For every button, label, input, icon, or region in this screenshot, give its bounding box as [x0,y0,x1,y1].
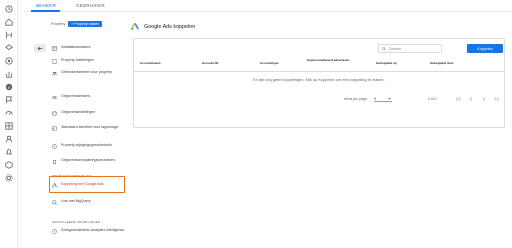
home-icon[interactable] [5,18,13,26]
grid-icon[interactable] [5,122,13,130]
empty-state-message: Er zijn nog geen koppelingen. Klik op Ko… [253,77,385,82]
doc-icon [52,58,57,64]
nav-label: Link met BigQuery [61,199,91,203]
links-card: Zoeken Koppelen Accountnaam Account ID A… [133,38,505,128]
column-header[interactable]: Account ID [202,61,218,66]
nav-label: Standaard identiteit voor rapportage [61,125,119,129]
first-page-button[interactable] [456,96,462,102]
link-button[interactable]: Koppelen [467,44,503,53]
first-page-icon [456,97,461,101]
active-tab-indicator [31,10,60,12]
page-size-value: 5 [374,96,376,101]
nav-label: Property wijzigingsgeschiedenis [61,143,112,147]
nav-label: Property-instellingen [61,58,94,62]
target-icon[interactable] [5,57,13,65]
chevron-down-icon [388,97,391,100]
icon-rail [0,0,18,248]
create-property-button[interactable]: + Property maken [68,21,103,27]
bell-icon[interactable] [5,148,13,156]
arrow-left-icon [37,46,43,50]
last-page-icon [494,97,499,101]
tab-beheer[interactable]: BEHEER [36,3,56,8]
nav-label: Gegevensverwijderingsverzoeken [61,158,115,162]
id-icon [52,126,57,131]
admin-tabs: BEHEER GEBRUIKER [24,0,512,12]
table-header: Accountnaam Account ID Accounttype Geper… [134,57,504,72]
db-icon [52,110,57,116]
list-icon [52,45,57,51]
main-panel: Google Ads koppelen Zoeken Koppelen Acco… [131,20,512,248]
next-page-button[interactable] [481,96,487,102]
history-icon [52,143,57,149]
box-icon[interactable] [5,161,13,169]
flag-icon[interactable] [5,96,13,104]
search-placeholder: Zoeken [389,46,401,51]
search-input[interactable]: Zoeken [378,44,442,53]
items-per-page-label: Items per page: [344,97,368,101]
branch-icon[interactable] [5,31,13,39]
layers-icon[interactable] [5,44,13,52]
page-title: Google Ads koppelen [144,23,196,30]
column-header[interactable]: Gepersonaliseerd adverteren [306,58,350,63]
previous-page-button[interactable] [468,96,474,102]
nav-label: Zoekgeschiedenis Analytics Intelligence [61,228,125,232]
nav-label: Gegevensinstellingen [61,110,96,114]
tab-gebruiker[interactable]: GEBRUIKER [76,3,105,8]
person-icon[interactable] [5,135,13,143]
property-nav: Installatieassistent Property-instelling… [30,40,130,248]
search-history-icon [52,228,57,234]
column-header[interactable]: Accounttype [260,61,279,66]
column-header[interactable]: Gekoppeld op [376,61,397,66]
bigquery-icon [52,199,57,205]
search-icon [382,46,386,51]
paginator: Items per page: 5 0 of 0 [134,93,504,105]
active-nav-highlight [49,176,125,193]
section-additional-settings: AANVULLENDE INSTELLINGEN [52,220,101,224]
nav-label: Installatieassistent [61,45,91,49]
speed-icon[interactable] [5,109,13,117]
chevron-left-icon [469,97,473,101]
stream-icon [52,95,57,100]
chart-icon[interactable] [5,70,13,78]
page-header: Google Ads koppelen [131,23,195,30]
nav-label: Gegevensstreams [61,94,91,98]
info-icon[interactable] [5,83,13,91]
column-header[interactable]: Accountnaam [140,61,160,66]
chevron-right-icon [482,97,486,101]
google-ads-logo-icon [131,23,139,30]
page-range: 0 of 0 [428,97,437,101]
back-button[interactable] [34,44,46,52]
page-size-select[interactable]: 5 [374,96,392,102]
clock-icon[interactable] [5,5,13,13]
settings-icon[interactable] [5,174,13,182]
last-page-button[interactable] [493,96,499,102]
property-row: Property + Property maken [51,20,103,28]
property-label: Property [51,22,66,26]
trash-icon [52,159,57,164]
nav-label: Gebruikersbeheer voor property [61,70,112,74]
people-icon [52,71,57,76]
column-header[interactable]: Gekoppeld door [430,61,454,66]
